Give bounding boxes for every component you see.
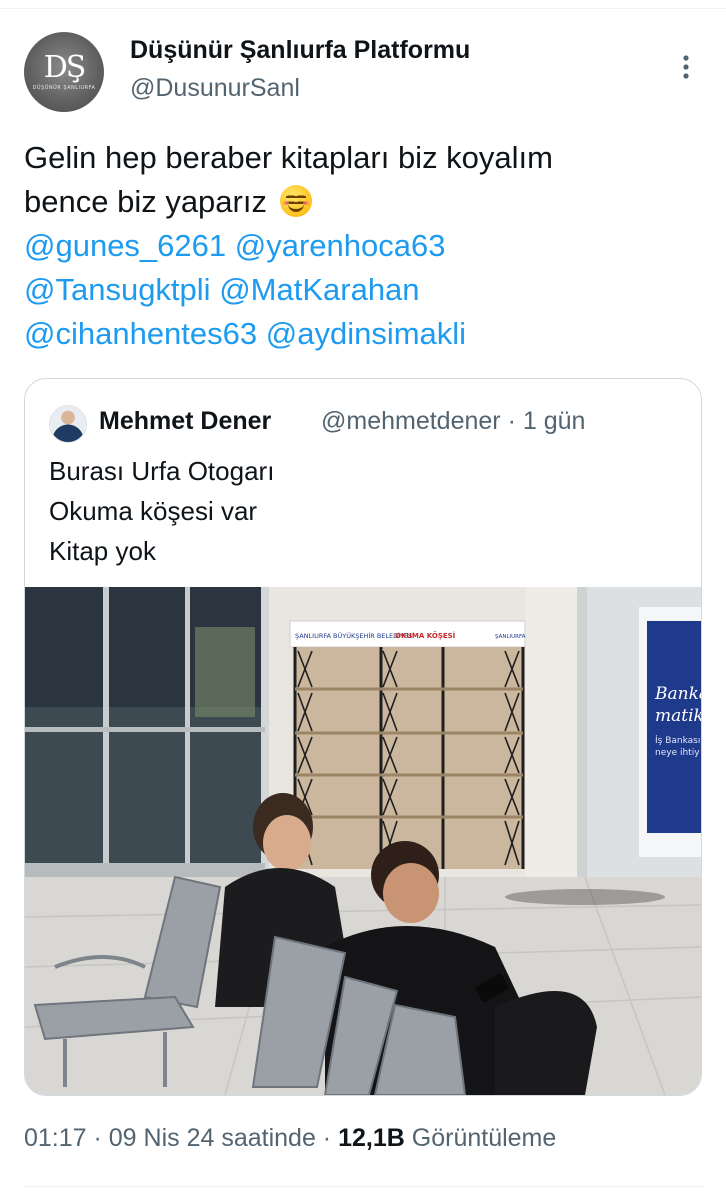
avatar-monogram: DŞ — [43, 50, 87, 85]
mention-link[interactable]: @gunes_6261 — [24, 228, 226, 263]
mention-link[interactable]: @Tansugktpli — [24, 272, 211, 307]
quoted-author-avatar[interactable] — [49, 405, 87, 443]
smiling-face-emoji-icon — [279, 185, 312, 217]
quoted-tweet-card[interactable]: Mehmet Dener @mehmetdener · 1 gün Burası… — [24, 378, 702, 1096]
author-avatar[interactable]: DŞ DÜŞÜNÜR ŞANLIURFA — [24, 32, 104, 112]
sign-reading-corner: OKUMA KÖŞESİ — [395, 631, 455, 640]
view-count: 12,1B — [338, 1124, 405, 1152]
quoted-line-1: Burası Urfa Otogarı — [49, 456, 275, 486]
mention-link[interactable]: @aydinsimakli — [266, 316, 466, 351]
tweet-header: DŞ DÜŞÜNÜR ŞANLIURFA Düşünür Şanlıurfa P… — [24, 28, 704, 112]
tweet-timestamp[interactable]: 01:17 · 09 Nis 24 saatinde · — [24, 1124, 331, 1152]
mention-link[interactable]: @yarenhoca63 — [235, 228, 446, 263]
quoted-tweet-header: Mehmet Dener @mehmetdener · 1 gün — [49, 405, 689, 443]
bottom-divider — [24, 1186, 704, 1187]
tweet-meta: 01:17 · 09 Nis 24 saatinde · 12,1B Görün… — [24, 1124, 556, 1153]
banner-text-3: İş Bankası — [655, 735, 700, 746]
tweet-line-2-text: bence biz yaparız — [24, 184, 267, 219]
avatar-caption: DÜŞÜNÜR ŞANLIURFA — [32, 85, 96, 91]
quoted-line-3: Kitap yok — [49, 536, 156, 566]
view-label: Görüntüleme — [411, 1124, 557, 1152]
banner-text-1: Banka — [654, 684, 701, 704]
tweet-line-2: bence biz yaparız — [24, 180, 704, 224]
author-handle[interactable]: @DusunurSanl — [130, 74, 300, 103]
banner-text-4: neye ihtiy — [655, 748, 700, 758]
quoted-line-2: Okuma köşesi var — [49, 496, 258, 526]
quoted-tweet-text: Burası Urfa Otogarı Okuma köşesi var Kit… — [49, 451, 274, 571]
mentions-line-2: @Tansugktpli @MatKarahan — [24, 268, 704, 312]
quoted-author-handle-time: @mehmetdener · 1 gün — [321, 407, 586, 435]
author-name[interactable]: Düşünür Şanlıurfa Platformu — [130, 36, 470, 65]
quoted-tweet-photo[interactable]: Banka matik İş Bankası neye ihtiy ŞANLIU… — [25, 587, 701, 1095]
mentions-line-3: @cihanhentes63 @aydinsimakli — [24, 312, 704, 356]
sign-logo-text: ŞANLIURFA — [495, 634, 526, 640]
mentions-line-1: @gunes_6261 @yarenhoca63 — [24, 224, 704, 268]
mention-link[interactable]: @MatKarahan — [219, 272, 419, 307]
more-options-icon[interactable] — [674, 52, 698, 82]
top-divider — [0, 0, 726, 9]
quoted-author-name: Mehmet Dener — [99, 407, 272, 435]
banner-text-2: matik — [655, 706, 701, 726]
mention-link[interactable]: @cihanhentes63 — [24, 316, 257, 351]
tweet-line-1: Gelin hep beraber kitapları biz koyalım — [24, 140, 553, 175]
tweet-text: Gelin hep beraber kitapları biz koyalım … — [24, 136, 704, 356]
